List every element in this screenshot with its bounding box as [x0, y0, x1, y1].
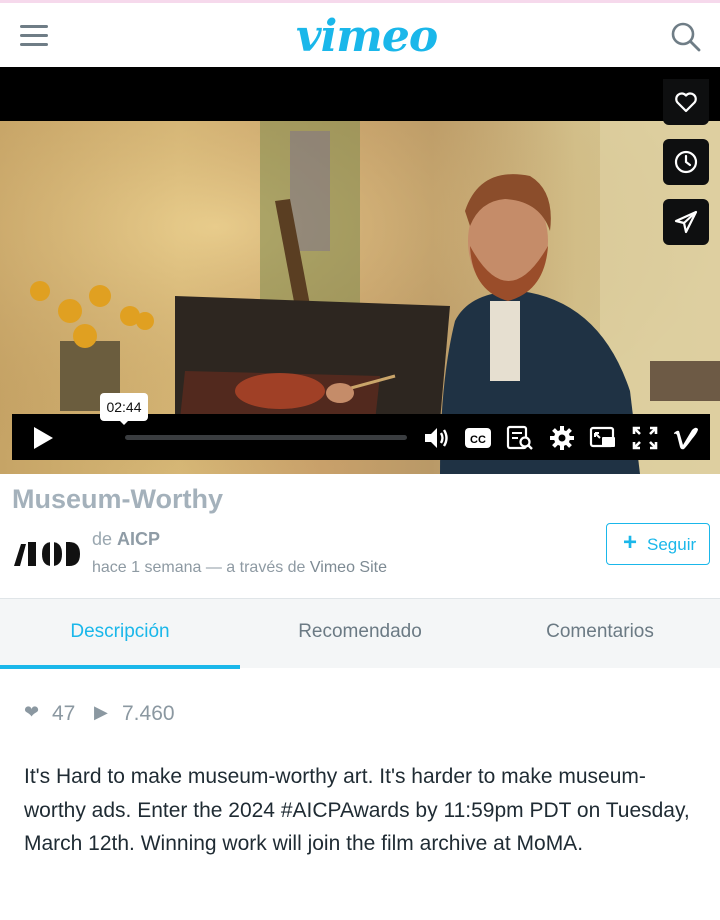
tab-label: Recomendado — [298, 621, 422, 642]
likes-count: 47 — [52, 702, 76, 725]
transcript-icon[interactable] — [506, 425, 534, 451]
fullscreen-icon[interactable] — [631, 425, 659, 451]
search-icon[interactable] — [670, 21, 702, 53]
video-title[interactable]: Museum-Worthy — [12, 484, 223, 515]
tab-recomendado[interactable]: Recomendado — [240, 599, 480, 669]
svg-text:CC: CC — [470, 434, 486, 446]
author-link[interactable]: AICP — [117, 529, 160, 549]
tab-bar: Descripción Recomendado Comentarios — [0, 598, 720, 669]
header: vimeo — [0, 3, 720, 67]
menu-icon[interactable] — [20, 23, 50, 49]
vimeo-v-icon[interactable] — [672, 425, 700, 451]
plays-count: 7.460 — [122, 702, 175, 725]
watch-later-button[interactable] — [663, 139, 709, 185]
description-text: It's Hard to make museum-worthy art. It'… — [24, 765, 690, 855]
follow-label: Seguir — [647, 535, 697, 554]
heart-icon: ❤ — [24, 702, 40, 722]
play-icon[interactable] — [28, 424, 56, 452]
follow-button[interactable]: + Seguir — [606, 523, 710, 565]
send-icon — [674, 210, 698, 234]
share-button[interactable] — [663, 199, 709, 245]
aicp-avatar[interactable] — [14, 540, 82, 568]
like-button[interactable] — [663, 79, 709, 125]
progress-track[interactable] — [125, 435, 407, 440]
heart-icon — [675, 92, 697, 113]
volume-icon[interactable] — [423, 425, 451, 451]
upload-meta: hace 1 semana — a través de Vimeo Site — [92, 559, 387, 577]
picture-in-picture-icon[interactable] — [589, 425, 617, 451]
plus-icon: + — [623, 529, 638, 556]
active-tab-indicator — [0, 665, 240, 669]
gear-icon[interactable] — [548, 425, 576, 451]
time-tooltip: 02:44 — [100, 393, 148, 425]
play-count-icon: ▶ — [94, 702, 108, 722]
by-prefix: de — [92, 529, 113, 549]
tab-label: Comentarios — [546, 621, 654, 642]
source-link[interactable]: Vimeo Site — [310, 559, 387, 576]
tab-comentarios[interactable]: Comentarios — [480, 599, 720, 669]
captions-icon[interactable]: CC — [464, 425, 492, 451]
upload-time: hace 1 semana — a través de — [92, 559, 306, 576]
tab-label: Descripción — [70, 621, 170, 642]
tab-descripcion[interactable]: Descripción — [0, 599, 240, 669]
byline: de AICP — [92, 529, 160, 550]
vimeo-logo[interactable]: vimeo — [296, 11, 438, 62]
clock-icon — [674, 150, 698, 174]
